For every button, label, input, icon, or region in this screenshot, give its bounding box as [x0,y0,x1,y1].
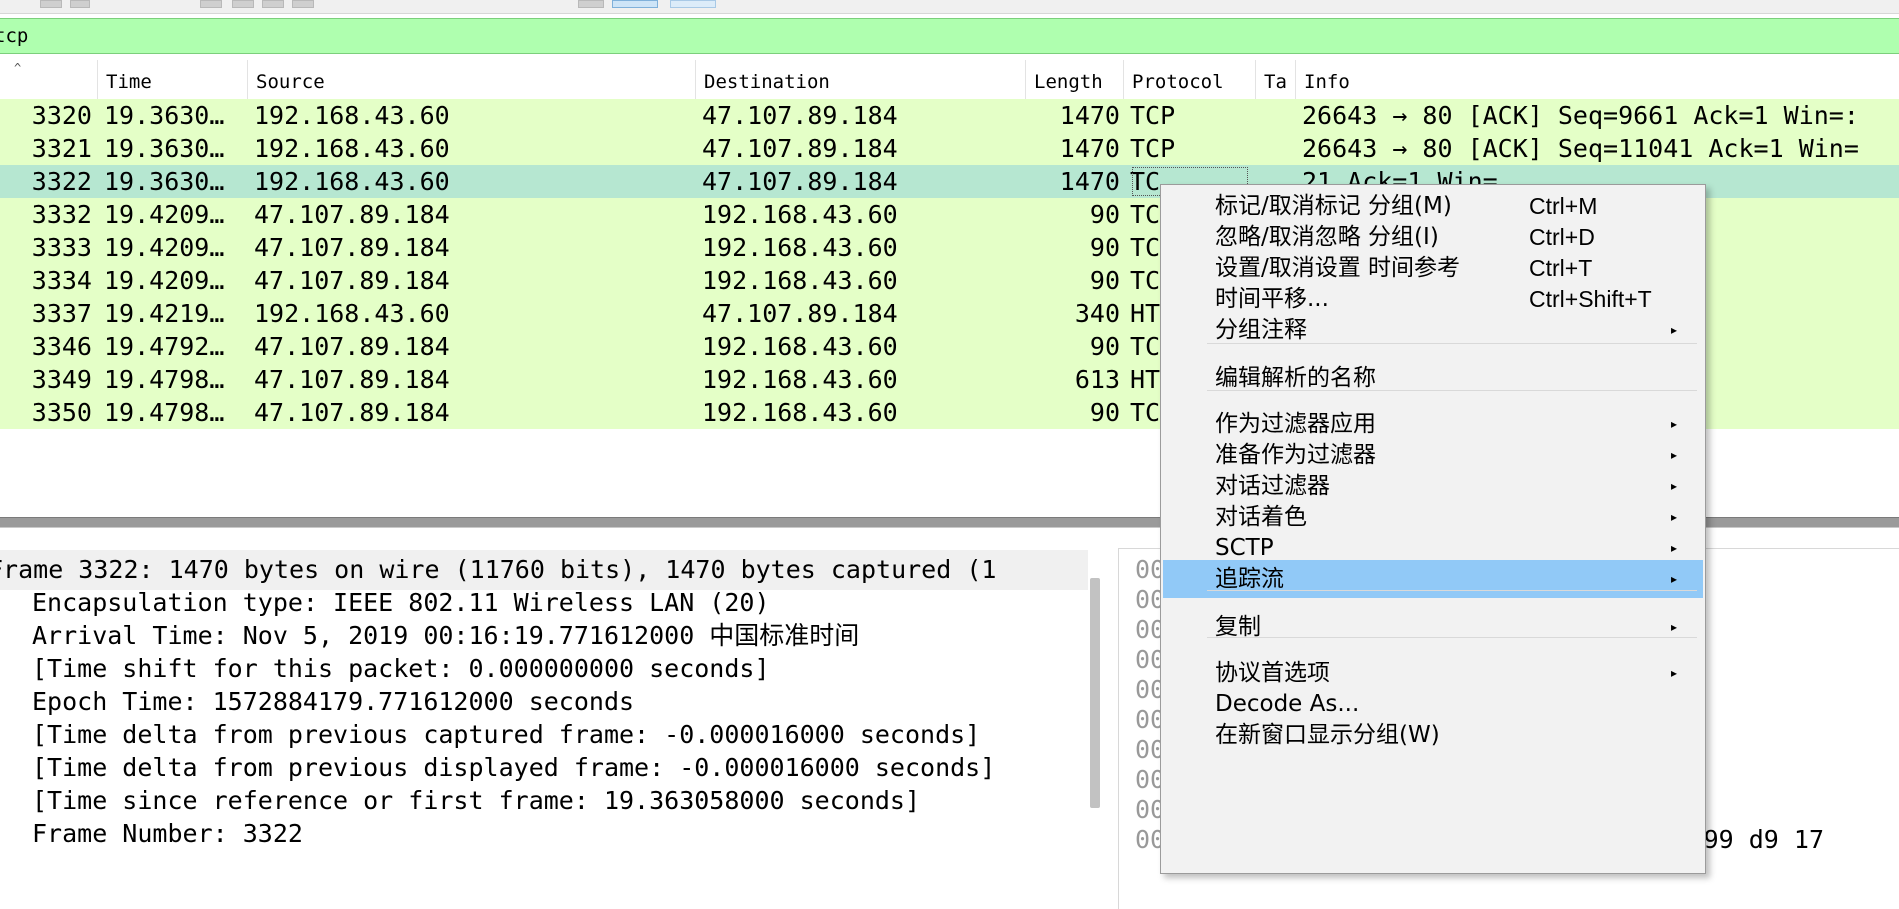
cell-length: 1470 [1059,167,1120,196]
cell-number: 3332 [31,200,92,229]
column-header-ta[interactable]: Ta [1256,60,1296,100]
cell-source: 47.107.89.184 [254,365,450,394]
cell-source: 47.107.89.184 [254,200,450,229]
menu-separator [1207,637,1697,638]
packet-row[interactable]: 3320 19.3630… 192.168.43.60 47.107.89.184 14… [0,99,1899,132]
cell-destination: 192.168.43.60 [702,233,898,262]
menu-item[interactable]: 追踪流 ▸ [1163,560,1703,598]
cell-number: 3349 [31,365,92,394]
cell-time: 19.3630… [104,134,225,163]
submenu-arrow-icon: ▸ [1671,572,1678,586]
menu-item-label: 追踪流 [1215,566,1284,592]
packet-details-pane: Frame 3322: 1470 bytes on wire (11760 bi… [0,530,1112,909]
packet-row[interactable]: 3321 19.3630… 192.168.43.60 47.107.89.184 14… [0,132,1899,165]
cell-destination: 192.168.43.60 [702,266,898,295]
cell-info: 26643 → 80 [ACK] Seq=11041 Ack=1 Win= [1302,134,1859,163]
cell-destination: 47.107.89.184 [702,101,898,130]
cell-destination: 47.107.89.184 [702,134,898,163]
cell-length: 340 [1074,299,1120,328]
cell-source: 47.107.89.184 [254,266,450,295]
column-header-time[interactable]: Time [98,60,248,100]
cell-destination: 192.168.43.60 [702,332,898,361]
cell-time: 19.4209… [104,266,225,295]
cell-destination: 192.168.43.60 [702,200,898,229]
cell-number: 3321 [31,134,92,163]
cell-time: 19.3630… [104,101,225,130]
cell-source: 47.107.89.184 [254,233,450,262]
menu-item[interactable]: 编辑解析的名称 [1163,359,1703,397]
toolbar-button[interactable] [200,0,222,8]
cell-destination: 47.107.89.184 [702,299,898,328]
packet-list-header: ^ Time Source Destination Length Protoco… [0,60,1899,100]
cell-source: 47.107.89.184 [254,398,450,427]
cell-length: 90 [1089,200,1120,229]
menu-separator [1207,590,1697,591]
cell-time: 19.3630… [104,167,225,196]
menu-separator [1207,343,1697,344]
toolbar-button[interactable] [292,0,314,8]
cell-protocol: TCP [1130,101,1176,130]
cell-length: 90 [1089,233,1120,262]
cell-length: 1470 [1059,134,1120,163]
cell-length: 90 [1089,398,1120,427]
sort-ascending-icon: ^ [14,61,22,75]
column-header-destination[interactable]: Destination [696,60,1026,100]
cell-number: 3322 [31,167,92,196]
cell-length: 90 [1089,332,1120,361]
cell-time: 19.4219… [104,299,225,328]
cell-number: 3320 [31,101,92,130]
toolbar-button[interactable] [578,0,604,8]
display-filter-input[interactable] [0,19,1899,53]
cell-source: 192.168.43.60 [254,101,450,130]
cell-number: 3337 [31,299,92,328]
cell-number: 3346 [31,332,92,361]
cell-length: 1470 [1059,101,1120,130]
toolbar-button[interactable] [232,0,254,8]
toolbar-button-active[interactable] [612,0,658,8]
column-header-source[interactable]: Source [248,60,696,100]
cell-length: 90 [1089,266,1120,295]
menu-item-label: 复制 [1215,614,1261,640]
cell-source: 47.107.89.184 [254,332,450,361]
cell-destination: 192.168.43.60 [702,365,898,394]
column-header-protocol[interactable]: Protocol [1124,60,1256,100]
cell-time: 19.4798… [104,365,225,394]
details-scrollbar[interactable] [1090,578,1100,808]
cell-protocol: TCP [1130,134,1176,163]
menu-item[interactable]: 复制 ▸ [1163,608,1703,646]
menu-item-label: 在新窗口显示分组(W) [1215,722,1440,748]
main-toolbar [0,0,1899,14]
toolbar-button[interactable] [70,0,90,8]
detail-line[interactable]: Frame Number: 3322 [32,814,303,854]
cell-length: 613 [1074,365,1120,394]
column-header-length[interactable]: Length [1026,60,1124,100]
cell-number: 3333 [31,233,92,262]
cell-number: 3350 [31,398,92,427]
cell-destination: 192.168.43.60 [702,398,898,427]
toolbar-button[interactable] [670,0,716,8]
column-header-info[interactable]: Info [1296,60,1899,100]
menu-item-label: 编辑解析的名称 [1215,365,1376,391]
cell-destination: 47.107.89.184 [702,167,898,196]
display-filter-bar [0,18,1899,54]
cell-time: 19.4209… [104,233,225,262]
submenu-arrow-icon: ▸ [1671,620,1678,634]
menu-item[interactable]: 在新窗口显示分组(W) [1163,716,1703,754]
toolbar-button[interactable] [262,0,284,8]
packet-context-menu: 标记/取消标记 分组(M) Ctrl+M 忽略/取消忽略 分组(I) Ctrl+D 设置… [1160,184,1706,874]
cell-time: 19.4209… [104,200,225,229]
cell-time: 19.4792… [104,332,225,361]
cell-source: 192.168.43.60 [254,134,450,163]
toolbar-button[interactable] [40,0,62,8]
cell-time: 19.4798… [104,398,225,427]
column-header-no[interactable]: ^ [0,60,98,100]
cell-number: 3334 [31,266,92,295]
menu-separator [1207,390,1697,391]
cell-info: 26643 → 80 [ACK] Seq=9661 Ack=1 Win=: [1302,101,1859,130]
cell-source: 192.168.43.60 [254,299,450,328]
cell-source: 192.168.43.60 [254,167,450,196]
